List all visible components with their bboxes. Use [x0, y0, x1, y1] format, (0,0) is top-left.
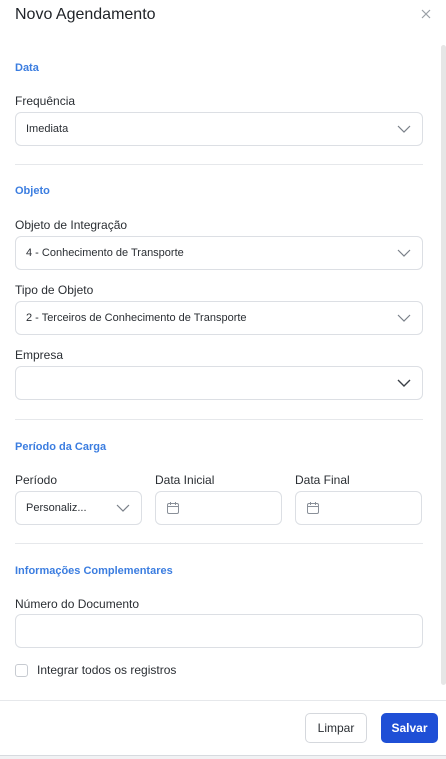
objeto-integracao-label: Objeto de Integração — [15, 218, 128, 232]
empresa-label: Empresa — [15, 348, 64, 362]
scrollbar[interactable] — [441, 45, 446, 685]
close-icon[interactable] — [418, 6, 434, 22]
window-bottom-edge — [0, 755, 446, 759]
periodo-label: Período — [15, 473, 58, 487]
objeto-integracao-select[interactable]: 4 - Conhecimento de Transporte — [15, 236, 423, 270]
section-title-info: Informações Complementares — [15, 565, 173, 577]
data-final-label: Data Final — [295, 473, 350, 487]
objeto-integracao-value: 4 - Conhecimento de Transporte — [26, 247, 184, 259]
tipo-objeto-value: 2 - Terceiros de Conhecimento de Transpo… — [26, 312, 247, 324]
calendar-icon — [307, 502, 319, 514]
periodo-select[interactable]: Personaliz... — [15, 491, 142, 525]
frequencia-label: Frequência — [15, 94, 76, 108]
divider — [15, 419, 423, 420]
frequencia-value: Imediata — [26, 123, 69, 135]
data-inicial-input[interactable] — [155, 491, 282, 525]
integrar-checkbox[interactable] — [15, 664, 28, 677]
integrar-checkbox-label: Integrar todos os registros — [37, 663, 177, 677]
calendar-icon — [167, 502, 179, 514]
data-final-input[interactable] — [295, 491, 422, 525]
chevron-down-icon — [397, 314, 411, 322]
chevron-down-icon — [397, 125, 411, 133]
clear-button[interactable]: Limpar — [305, 713, 367, 743]
scheduling-dialog: Novo Agendamento Data Frequência Imediat… — [0, 0, 446, 759]
chevron-down-icon — [397, 249, 411, 257]
chevron-down-icon — [397, 379, 411, 387]
tipo-objeto-label: Tipo de Objeto — [15, 283, 94, 297]
dialog-header: Novo Agendamento — [0, 0, 446, 40]
dialog-footer — [0, 700, 446, 759]
divider — [15, 543, 423, 544]
periodo-value: Personaliz... — [26, 502, 87, 514]
divider — [15, 164, 423, 165]
numero-documento-input[interactable] — [15, 614, 423, 648]
section-title-periodo: Período da Carga — [15, 441, 107, 453]
section-title-objeto: Objeto — [15, 185, 50, 197]
save-button[interactable]: Salvar — [381, 713, 438, 743]
empresa-select[interactable] — [15, 366, 423, 400]
chevron-down-icon — [116, 504, 130, 512]
section-title-data: Data — [15, 62, 39, 74]
numero-documento-label: Número do Documento — [15, 597, 140, 611]
dialog-title: Novo Agendamento — [15, 6, 156, 23]
tipo-objeto-select[interactable]: 2 - Terceiros de Conhecimento de Transpo… — [15, 301, 423, 335]
frequencia-select[interactable]: Imediata — [15, 112, 423, 146]
data-inicial-label: Data Inicial — [155, 473, 215, 487]
